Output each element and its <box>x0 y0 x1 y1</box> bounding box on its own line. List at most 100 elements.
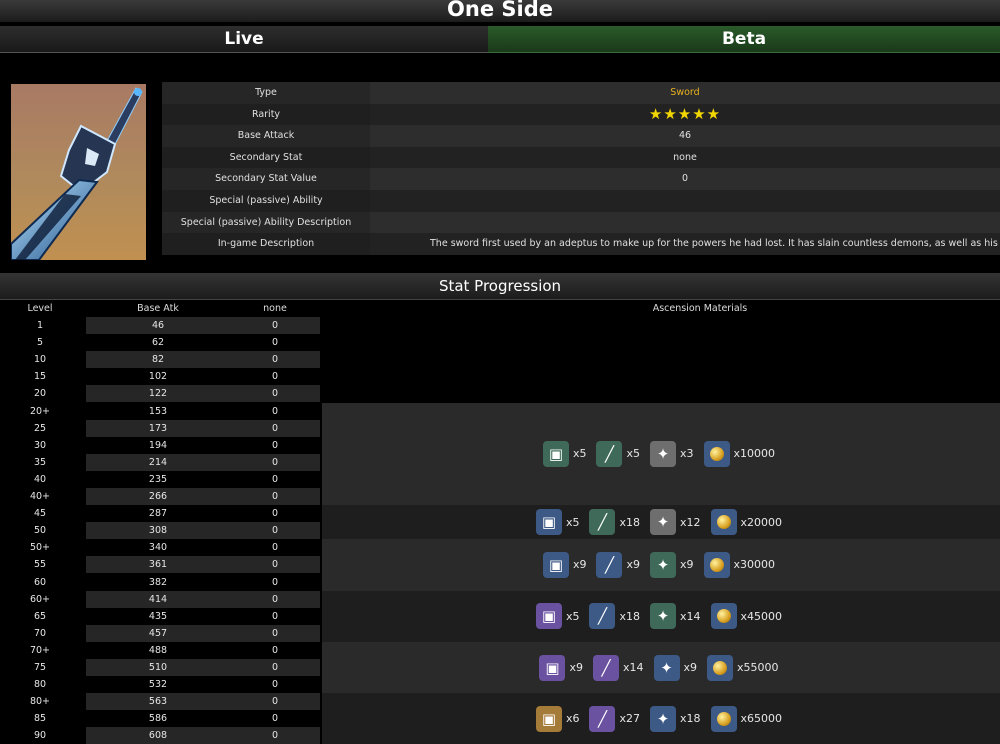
material-item[interactable]: ▣ x9 <box>542 551 586 578</box>
base-atk-cell: 414 <box>86 590 230 608</box>
tab-live[interactable]: Live <box>0 26 488 53</box>
level-cell: 55 <box>33 559 47 571</box>
material-item[interactable]: ▣ x6 <box>535 705 580 732</box>
ascension-row: ▣ x9 ╱ x14 ✦ x9 x55000 <box>322 641 1000 694</box>
material-quantity: x6 <box>565 712 580 726</box>
secondary-cell: 0 <box>271 644 279 656</box>
info-label: Base Attack <box>162 125 370 147</box>
material-item[interactable]: ✦ x14 <box>650 603 701 630</box>
weapon-image <box>11 84 146 260</box>
material-item[interactable]: ▣ x9 <box>539 654 583 681</box>
secondary-cell: 0 <box>230 624 320 642</box>
material-item[interactable]: ╱ x18 <box>589 603 640 630</box>
level-cell: 45 <box>33 508 47 520</box>
info-row-rarity: Rarity ★★★★★ <box>162 103 1000 128</box>
material-quantity: x14 <box>680 609 701 623</box>
level-cell: 20 <box>33 388 47 400</box>
info-label: In-game Description <box>162 233 370 255</box>
material-item[interactable]: ✦ x9 <box>650 551 694 578</box>
material-quantity: x55000 <box>737 661 779 675</box>
purple-material-icon: ▣ <box>539 654 566 681</box>
info-label: Type <box>162 82 370 104</box>
material-item[interactable]: ✦ x3 <box>650 440 694 467</box>
tab-beta[interactable]: Beta <box>488 26 1000 53</box>
material-item[interactable]: ╱ x9 <box>596 551 640 578</box>
base-atk-cell: 457 <box>86 624 230 642</box>
level-cell: 5 <box>36 337 44 349</box>
secondary-cell: 0 <box>230 385 320 403</box>
blue-material-icon: ▣ <box>542 551 569 578</box>
info-row-ingame-description: In-game Description The sword first used… <box>162 233 1000 255</box>
level-cell: 35 <box>33 456 47 468</box>
info-row-base-attack: Base Attack 46 <box>162 125 1000 147</box>
base-atk-cell: 102 <box>148 371 168 383</box>
material-item[interactable]: ✦ x9 <box>653 654 697 681</box>
material-item[interactable]: ╱ x14 <box>592 654 644 681</box>
base-atk-cell: 308 <box>86 522 230 540</box>
material-item[interactable]: x65000 <box>710 705 782 732</box>
material-quantity: x5 <box>565 515 580 529</box>
secondary-stat-amount: 0 <box>370 168 1000 190</box>
material-item[interactable]: x10000 <box>703 440 776 467</box>
coin-glyph <box>716 609 731 624</box>
secondary-cell: 0 <box>271 405 279 417</box>
secondary-cell: 0 <box>230 317 320 335</box>
material-item[interactable]: x45000 <box>710 603 782 630</box>
level-cell: 70 <box>33 627 47 639</box>
material-quantity: x9 <box>626 558 640 572</box>
material-item[interactable]: ✦ x18 <box>650 705 701 732</box>
material-item[interactable]: x30000 <box>703 551 776 578</box>
base-atk-cell: 82 <box>86 351 230 369</box>
base-atk-cell: 563 <box>86 693 230 711</box>
secondary-cell: 0 <box>230 419 320 437</box>
ascension-row: ▣ x9 ╱ x9 ✦ x9 x30000 <box>322 539 1000 591</box>
level-cell: 60+ <box>29 593 51 605</box>
base-atk-cell: 194 <box>148 439 168 451</box>
material-quantity: x3 <box>680 447 694 461</box>
level-cell: 70+ <box>29 644 51 656</box>
material-item[interactable]: ╱ x5 <box>596 440 640 467</box>
material-quantity: x10000 <box>733 447 776 461</box>
material-quantity: x20000 <box>740 515 783 529</box>
secondary-cell: 0 <box>271 508 279 520</box>
base-atk-cell: 46 <box>86 317 230 335</box>
material-item[interactable]: ▣ x5 <box>535 509 580 536</box>
grey-common-drop-icon: ✦ <box>650 509 676 536</box>
blue-common-drop-icon: ✦ <box>650 705 676 732</box>
secondary-cell: 0 <box>230 453 320 471</box>
info-label: Secondary Stat <box>162 146 370 169</box>
secondary-cell: 0 <box>271 576 279 588</box>
material-item[interactable]: ✦ x12 <box>650 509 701 536</box>
material-quantity: x18 <box>619 515 640 529</box>
ascension-row: ▣ x5 ╱ x18 ✦ x14 x45000 <box>322 590 1000 642</box>
material-item[interactable]: ▣ x5 <box>542 440 586 467</box>
info-row-type: Type Sword <box>162 82 1000 104</box>
blue-material-icon: ▣ <box>535 509 562 536</box>
base-atk-cell: 173 <box>86 419 230 437</box>
base-atk-cell: 235 <box>148 473 168 485</box>
level-cell: 90 <box>33 730 47 742</box>
secondary-cell: 0 <box>271 473 279 485</box>
base-atk-cell: 62 <box>151 337 165 349</box>
version-tabs: Live Beta <box>0 26 1000 53</box>
mora-coin-icon <box>703 551 730 578</box>
material-quantity: x18 <box>680 712 701 726</box>
secondary-cell: 0 <box>230 693 320 711</box>
material-item[interactable]: ╱ x18 <box>589 509 640 536</box>
material-item[interactable]: x20000 <box>710 509 783 536</box>
base-atk-cell: 608 <box>86 727 230 744</box>
material-item[interactable]: ▣ x5 <box>535 603 580 630</box>
material-quantity: x9 <box>569 661 583 675</box>
green-common-drop-icon: ✦ <box>650 603 676 630</box>
base-atk-header: Base Atk <box>137 303 179 314</box>
material-item[interactable]: x55000 <box>707 654 779 681</box>
purple-elite-drop-icon: ╱ <box>592 654 619 681</box>
level-header: Level <box>27 303 53 314</box>
secondary-stat-value: none <box>370 146 1000 169</box>
material-item[interactable]: ╱ x27 <box>589 705 640 732</box>
material-quantity: x30000 <box>733 558 776 572</box>
material-quantity: x5 <box>565 609 580 623</box>
material-quantity: x27 <box>619 712 640 726</box>
secondary-cell: 0 <box>271 713 279 725</box>
coin-glyph <box>709 557 724 572</box>
